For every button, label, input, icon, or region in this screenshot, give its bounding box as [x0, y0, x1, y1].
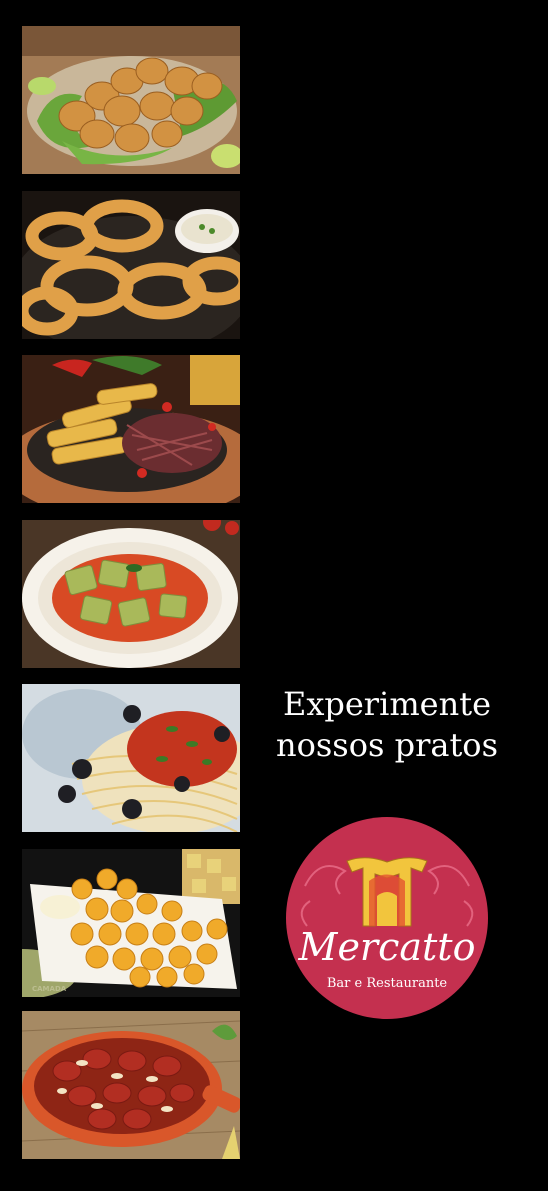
- sausage-onion-skillet-photo: [22, 1011, 240, 1159]
- mercatto-logo: Mercatto Bar e Restaurante: [285, 816, 489, 1020]
- headline: Experimente nossos pratos: [262, 684, 512, 766]
- spaghetti-olives-photo: [22, 684, 240, 832]
- ravioli-tomato-sauce-photo: [22, 520, 240, 668]
- logo-subtitle-text: Bar e Restaurante: [327, 976, 448, 991]
- headline-line-1: Experimente: [282, 685, 492, 723]
- logo-brand-text: Mercatto: [298, 925, 476, 969]
- onion-rings-photo: [22, 191, 240, 339]
- jerked-beef-cassava-photo: [22, 355, 240, 503]
- fried-chicken-bites-photo: [22, 26, 240, 174]
- headline-line-2: nossos pratos: [276, 726, 498, 764]
- watermark-text: CAMADA: [32, 985, 67, 993]
- cheese-balls-photo: CAMADA: [22, 849, 240, 997]
